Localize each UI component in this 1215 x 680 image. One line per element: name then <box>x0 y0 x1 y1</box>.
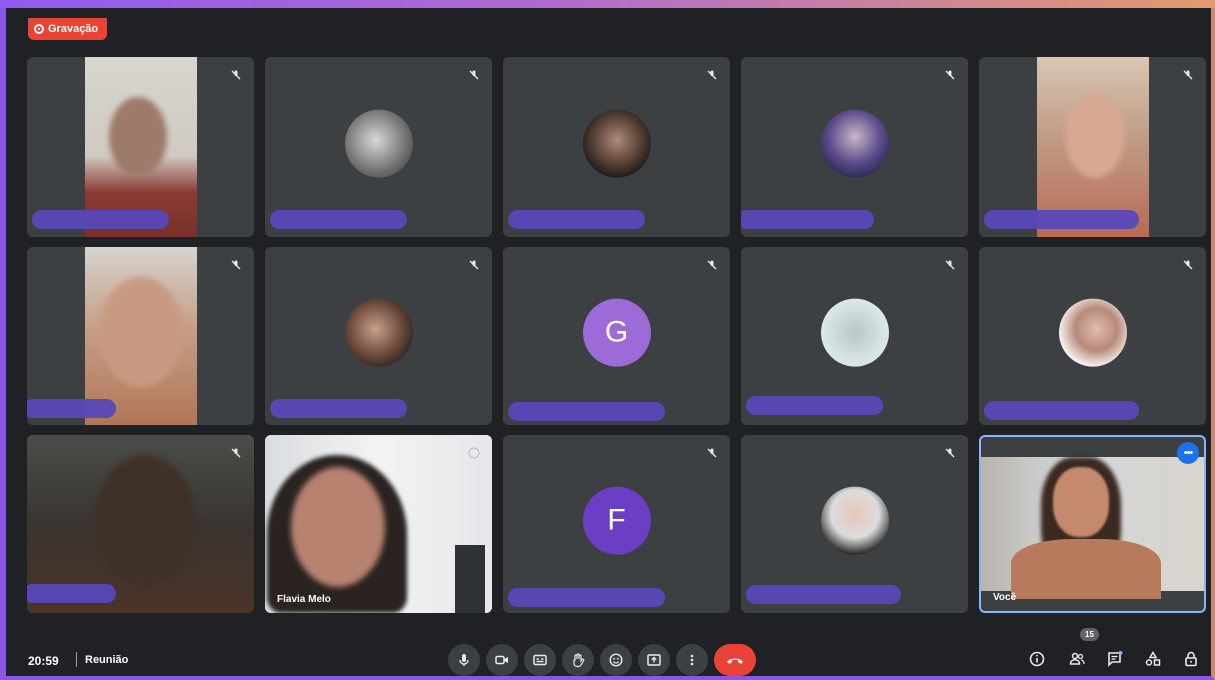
participant-avatar <box>820 109 889 178</box>
blurred-face <box>1065 93 1125 178</box>
bottom-toolbar: 20:59 Reunião 15 <box>6 622 1211 678</box>
participant-video <box>265 435 492 613</box>
recording-badge: Gravação <box>28 18 108 40</box>
activities-button[interactable] <box>1140 646 1166 672</box>
participant-tile[interactable] <box>979 247 1206 425</box>
participant-name-bar <box>746 396 883 415</box>
mic-off-icon <box>1179 66 1197 84</box>
present-button[interactable] <box>638 644 670 676</box>
mic-off-icon <box>465 444 483 462</box>
chat-button[interactable] <box>1102 646 1128 672</box>
participant-face <box>1053 467 1109 537</box>
participant-tile[interactable]: Flavia Melo <box>265 435 492 613</box>
participant-name-bar <box>270 210 407 229</box>
mic-off-icon <box>465 256 483 274</box>
people-icon <box>1069 652 1085 665</box>
more-horiz-icon[interactable]: ••• <box>1177 442 1199 464</box>
participant-avatar-letter: G <box>582 298 651 367</box>
camera-button[interactable] <box>486 644 518 676</box>
recording-label: Gravação <box>48 23 99 35</box>
participant-name-bar <box>27 584 116 603</box>
participant-avatar <box>344 109 413 178</box>
blurred-face <box>99 277 183 387</box>
mic-off-icon <box>941 66 959 84</box>
self-tile[interactable]: ••• Você <box>979 435 1206 613</box>
participant-tile[interactable] <box>503 57 730 237</box>
divider <box>76 652 77 667</box>
participant-name-bar <box>270 399 407 418</box>
participant-name-bar <box>508 402 665 421</box>
participant-name: Você <box>993 592 1017 603</box>
participant-tile[interactable]: F <box>503 435 730 613</box>
present-icon <box>647 654 661 666</box>
hangup-button[interactable] <box>714 644 756 676</box>
microphone-button[interactable] <box>448 644 480 676</box>
participant-tile[interactable] <box>741 435 968 613</box>
mic-off-icon <box>941 444 959 462</box>
mic-off-icon <box>703 66 721 84</box>
info-icon <box>1029 651 1045 667</box>
emoji-icon <box>609 653 623 667</box>
blurred-face <box>109 97 167 177</box>
participant-avatar <box>820 298 889 367</box>
participant-tile[interactable] <box>27 435 254 613</box>
participant-name-bar <box>508 210 645 229</box>
raise-hand-button[interactable] <box>562 644 594 676</box>
participant-tile[interactable] <box>741 57 968 237</box>
participant-avatar <box>1058 298 1127 367</box>
recording-icon <box>34 24 44 34</box>
participant-tile[interactable] <box>27 57 254 237</box>
more-options-button[interactable] <box>676 644 708 676</box>
door-frame <box>455 545 485 613</box>
meet-window: Gravação G Flavia Melo F ••• Você 20:59 … <box>0 0 1215 680</box>
participant-name-bar <box>508 588 665 607</box>
mic-off-icon <box>941 256 959 274</box>
microphone-icon <box>459 654 469 666</box>
emoji-button[interactable] <box>600 644 632 676</box>
participant-avatar-letter: F <box>582 486 651 555</box>
mic-off-icon <box>703 256 721 274</box>
people-button[interactable] <box>1064 646 1090 672</box>
raise-hand-icon <box>573 653 585 668</box>
info-button[interactable] <box>1024 646 1050 672</box>
participant-name-bar <box>746 585 901 604</box>
participant-tile[interactable] <box>979 57 1206 237</box>
participant-tile[interactable] <box>265 57 492 237</box>
participant-shoulders <box>1011 539 1161 599</box>
participant-name-bar <box>32 210 169 229</box>
participant-name-bar <box>984 401 1139 420</box>
host-controls-button[interactable] <box>1178 646 1204 672</box>
mic-off-icon <box>227 444 245 462</box>
host-controls-icon <box>1185 651 1197 667</box>
more-vert-icon <box>690 654 694 666</box>
self-video <box>981 457 1204 599</box>
participant-name-bar <box>27 399 116 418</box>
participant-avatar <box>582 109 651 178</box>
participant-tile[interactable] <box>741 247 968 425</box>
mic-off-icon <box>703 444 721 462</box>
participant-tile[interactable]: G <box>503 247 730 425</box>
chat-icon <box>1108 651 1123 667</box>
participant-avatar <box>820 486 889 555</box>
mic-off-icon <box>227 66 245 84</box>
participant-name: Flavia Melo <box>277 594 331 605</box>
participant-tile[interactable] <box>265 247 492 425</box>
participant-count-badge: 15 <box>1080 628 1099 641</box>
participant-name-bar <box>741 210 874 229</box>
mic-off-icon <box>465 66 483 84</box>
mic-off-icon <box>1179 256 1197 274</box>
mic-off-icon <box>227 256 245 274</box>
captions-button[interactable] <box>524 644 556 676</box>
participant-avatar <box>344 298 413 367</box>
participant-name-bar <box>984 210 1139 229</box>
activities-icon <box>1145 651 1161 666</box>
camera-icon <box>495 655 508 665</box>
blurred-face <box>291 467 385 587</box>
hangup-icon <box>727 658 743 664</box>
participant-tile[interactable] <box>27 247 254 425</box>
meeting-title: Reunião <box>85 654 129 666</box>
meeting-clock: 20:59 <box>28 654 59 668</box>
captions-icon <box>533 654 547 666</box>
blurred-face <box>95 455 195 585</box>
